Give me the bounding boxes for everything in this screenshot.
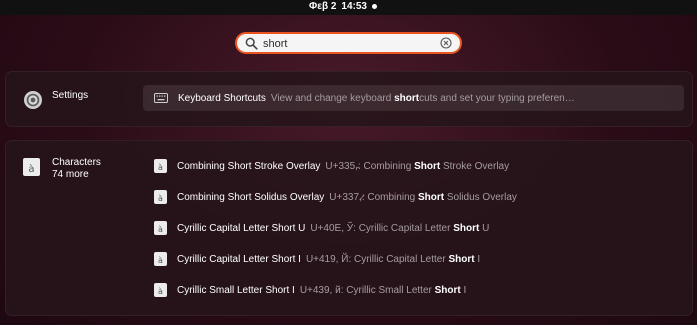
character-icon: à	[154, 190, 167, 204]
result-description: U+419, Й: Cyrillic Capital Letter Short …	[306, 254, 480, 265]
notification-dot-icon	[371, 4, 377, 9]
keyboard-shortcuts-result[interactable]: Keyboard Shortcuts View and change keybo…	[143, 85, 684, 111]
description-text: Stroke Overlay	[440, 160, 510, 172]
characters-results-panel: à Characters 74 more à Combining Short St…	[5, 140, 693, 316]
unicode-code: U+419,	[305, 253, 339, 265]
match-highlight: Short	[448, 253, 475, 265]
description-text: : Combining	[361, 191, 418, 203]
description-text: : Cyrillic Capital Letter	[353, 222, 454, 234]
result-description: U+335,̵: Combining Short Stroke Overlay	[325, 161, 509, 172]
unicode-code: U+439,	[299, 284, 333, 296]
keyboard-icon	[154, 93, 168, 103]
result-description: View and change keyboard shortcuts and s…	[270, 92, 575, 104]
unicode-code: U+337,	[329, 191, 362, 203]
date-label: Φεβ 2	[309, 1, 337, 12]
result-title: Cyrillic Small Letter Short I	[177, 284, 295, 296]
character-result-row[interactable]: à Cyrillic Capital Letter Short I U+419, Й…	[143, 246, 480, 272]
match-highlight: Short	[417, 191, 445, 203]
description-text: : Cyrillic Small Letter	[340, 284, 435, 296]
character-icon: à	[154, 252, 167, 266]
top-bar: Φεβ 2 14:53	[0, 0, 697, 15]
character-glyph: Ў	[344, 222, 354, 234]
characters-more-count[interactable]: 74 more	[52, 169, 89, 180]
character-result-row[interactable]: à Cyrillic Small Letter Short I U+439, й: …	[143, 277, 466, 303]
unicode-code: U+40E,	[310, 222, 345, 234]
date-time-menu[interactable]: Φεβ 2 14:53	[309, 1, 377, 12]
search-input[interactable]	[263, 36, 423, 51]
match-highlight: short	[394, 92, 420, 104]
result-title: Cyrillic Capital Letter Short U	[177, 222, 306, 234]
settings-gear-icon[interactable]	[23, 90, 43, 110]
description-text: I	[474, 253, 481, 265]
match-highlight: Short	[453, 222, 480, 234]
result-title: Combining Short Solidus Overlay	[177, 191, 325, 203]
settings-results-panel: Settings Keyboard Shortcuts View and cha…	[5, 71, 693, 127]
description-text: : Combining	[357, 160, 415, 172]
unicode-code: U+335,	[325, 160, 358, 172]
description-text: Solidus Overlay	[444, 191, 517, 203]
search-box[interactable]	[235, 32, 462, 54]
description-text: : Cyrillic Capital Letter	[348, 253, 449, 265]
result-description: U+439, й: Cyrillic Small Letter Short I	[300, 285, 466, 296]
match-highlight: Short	[434, 284, 461, 296]
result-description: U+40E, Ў: Cyrillic Capital Letter Short …	[310, 223, 489, 234]
result-description: U+337,̷: Combining Short Solidus Overlay	[329, 192, 517, 203]
result-title: Keyboard Shortcuts	[178, 92, 266, 104]
character-glyph: Й	[338, 253, 349, 265]
character-icon: à	[154, 221, 167, 235]
settings-provider-name[interactable]: Settings	[52, 90, 88, 101]
clear-search-icon[interactable]	[440, 37, 452, 49]
description-text: I	[460, 284, 467, 296]
search-icon	[245, 37, 258, 50]
characters-app-icon[interactable]: à	[23, 158, 40, 176]
character-result-row[interactable]: à Combining Short Solidus Overlay U+337,̷:…	[143, 184, 517, 210]
character-icon: à	[154, 283, 167, 297]
character-result-row[interactable]: à Combining Short Stroke Overlay U+335,̵: …	[143, 153, 509, 179]
characters-provider-name[interactable]: Characters	[52, 157, 101, 168]
result-title: Cyrillic Capital Letter Short I	[177, 253, 301, 265]
time-label: 14:53	[341, 1, 367, 12]
description-text: U	[479, 222, 490, 234]
result-title: Combining Short Stroke Overlay	[177, 160, 321, 172]
character-glyph: й	[332, 284, 341, 296]
character-result-row[interactable]: à Cyrillic Capital Letter Short U U+40E, Ў…	[143, 215, 489, 241]
character-icon: à	[154, 159, 167, 173]
match-highlight: Short	[414, 160, 441, 172]
